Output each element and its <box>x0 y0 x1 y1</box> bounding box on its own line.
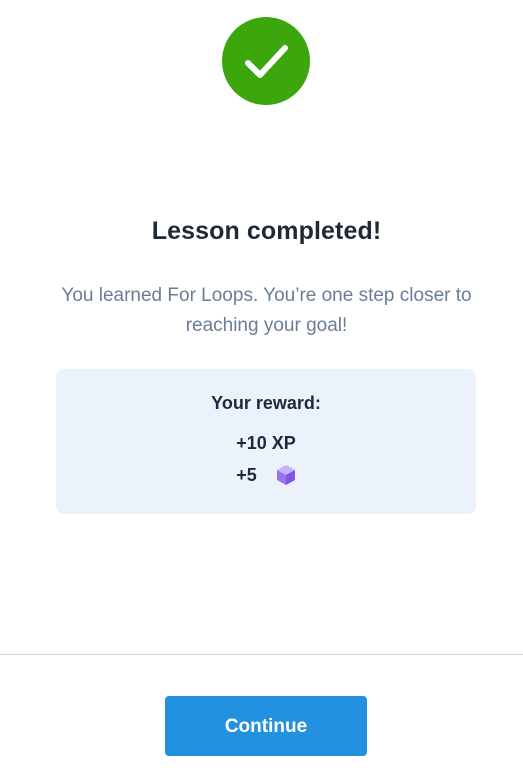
gem-icon <box>276 465 295 486</box>
lesson-complete-page: Lesson completed! You learned For Loops.… <box>0 0 523 778</box>
check-icon <box>245 45 288 78</box>
success-badge <box>222 17 310 105</box>
reward-xp: +10 XP <box>236 433 296 453</box>
reward-panel: Your reward: +10 XP +5 <box>56 369 476 514</box>
reward-gems: +5 <box>56 464 476 486</box>
reward-gems-value: +5 <box>236 464 257 485</box>
continue-button[interactable]: Continue <box>165 696 367 756</box>
page-title: Lesson completed! <box>151 217 382 245</box>
footer-divider <box>0 654 523 655</box>
lesson-summary-text: You learned For Loops. You’re one step c… <box>61 285 472 336</box>
reward-title: Your reward: <box>211 393 321 413</box>
